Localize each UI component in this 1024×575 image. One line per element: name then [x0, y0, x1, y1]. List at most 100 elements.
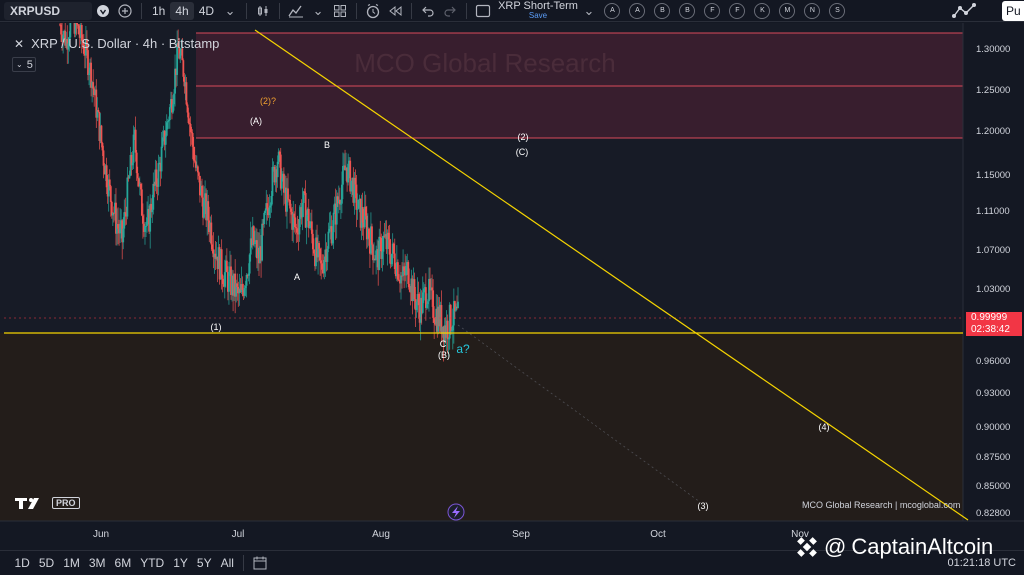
- lightning-icon[interactable]: [447, 503, 465, 521]
- chevron-down-icon[interactable]: ⌄: [219, 2, 241, 20]
- save-link[interactable]: Save: [529, 11, 547, 21]
- toolbar-divider: [141, 2, 142, 19]
- candle-body: [145, 225, 147, 227]
- range-1y[interactable]: 1Y: [169, 556, 193, 570]
- chevron-down-icon[interactable]: ⌄: [307, 2, 329, 20]
- add-symbol-icon[interactable]: [114, 2, 136, 20]
- candle-body: [155, 169, 158, 185]
- toolbar-divider: [356, 2, 358, 19]
- range-5d[interactable]: 5D: [34, 556, 58, 570]
- candle-body: [131, 162, 134, 166]
- candle-body: [433, 317, 436, 323]
- candle-body: [165, 122, 168, 136]
- redo-icon[interactable]: [439, 2, 461, 20]
- toolbar-divider: [411, 2, 413, 19]
- candle-body: [295, 227, 298, 229]
- candle-body: [75, 23, 78, 25]
- candle-body: [132, 134, 135, 163]
- wave-label: (B): [438, 350, 450, 360]
- candle-body: [117, 224, 119, 229]
- shortcut-button[interactable]: M: [779, 2, 796, 19]
- interval-1h[interactable]: 1h: [147, 2, 170, 20]
- heart-icon[interactable]: [92, 2, 114, 20]
- site-tag: MCO Global Research | mcoglobal.com: [802, 500, 961, 510]
- shortcut-button[interactable]: K: [754, 2, 771, 19]
- candle-body: [60, 24, 62, 35]
- candle-body: [196, 166, 199, 173]
- candle-body: [128, 175, 131, 179]
- candle-body: [278, 151, 281, 155]
- shortcut-button[interactable]: A: [629, 2, 646, 19]
- fullscreen-icon[interactable]: [472, 2, 494, 20]
- utc-clock[interactable]: 01:21:18 UTC: [948, 557, 1016, 569]
- range-ytd[interactable]: YTD: [136, 556, 169, 570]
- shortcut-button[interactable]: B: [679, 2, 696, 19]
- candle-body: [405, 265, 408, 276]
- calendar-icon[interactable]: [249, 554, 271, 572]
- candle-body: [201, 185, 203, 198]
- y-tick-label: 0.93000: [976, 388, 1010, 399]
- candle-body: [407, 262, 410, 284]
- candle-body: [193, 160, 196, 162]
- range-6m[interactable]: 6M: [110, 556, 136, 570]
- candle-body: [313, 249, 315, 254]
- interval-4h[interactable]: 4h: [170, 1, 194, 20]
- price-chart[interactable]: MCO Global Research (2)? (A) B (2) (C) A…: [0, 23, 1024, 550]
- publish-button[interactable]: Pu: [1002, 1, 1024, 21]
- candle-body: [371, 226, 373, 245]
- candle-body: [142, 215, 144, 224]
- candle-body: [263, 212, 266, 224]
- shortcut-button[interactable]: S: [829, 2, 846, 19]
- range-5y[interactable]: 5Y: [192, 556, 216, 570]
- candle-body: [426, 304, 428, 308]
- candle-body: [160, 146, 163, 172]
- layout-name[interactable]: XRP Short-Term Save: [498, 0, 578, 21]
- shortcut-button[interactable]: F: [704, 2, 721, 19]
- candle-body: [427, 301, 429, 305]
- undo-icon[interactable]: [417, 2, 439, 20]
- candle-body: [302, 191, 305, 203]
- range-all[interactable]: All: [216, 556, 238, 570]
- candle-body: [323, 259, 326, 274]
- range-1m[interactable]: 1M: [59, 556, 85, 570]
- alert-icon[interactable]: [362, 2, 384, 20]
- shortcut-button[interactable]: N: [804, 2, 821, 19]
- candle-body: [293, 213, 296, 218]
- close-icon[interactable]: ✕: [14, 37, 24, 51]
- candle-body: [341, 184, 343, 204]
- candle-body: [301, 202, 304, 218]
- candle-body: [122, 228, 125, 243]
- shortcut-button[interactable]: A: [604, 2, 621, 19]
- toolbar-divider: [466, 2, 468, 19]
- candle-body: [192, 146, 195, 161]
- tradingview-logo[interactable]: PRO: [14, 496, 80, 510]
- symbol-search[interactable]: XRPUSD: [4, 1, 92, 20]
- candle-body: [326, 248, 329, 262]
- wave-label: (2)?: [260, 96, 276, 106]
- toolbar-divider: [279, 2, 281, 19]
- replay-icon[interactable]: [384, 2, 406, 20]
- range-1d[interactable]: 1D: [10, 556, 34, 570]
- interval-4d[interactable]: 4D: [194, 2, 219, 20]
- candle-body: [375, 250, 378, 261]
- candle-body: [310, 221, 313, 234]
- candle-body: [168, 107, 171, 121]
- candle-body: [378, 236, 381, 270]
- y-tick-label: 1.07000: [976, 245, 1010, 256]
- indicators-icon[interactable]: [285, 2, 307, 20]
- candle-body: [191, 133, 194, 147]
- shortcut-button[interactable]: B: [654, 2, 671, 19]
- candle-body: [102, 150, 105, 166]
- candle-body: [396, 262, 399, 280]
- candle-body: [136, 173, 139, 179]
- candle-body: [290, 208, 293, 212]
- shortcut-button[interactable]: F: [729, 2, 746, 19]
- candle-body: [74, 23, 77, 34]
- range-3m[interactable]: 3M: [84, 556, 110, 570]
- chevron-down-icon[interactable]: ⌄: [578, 2, 600, 20]
- indicator-toggle[interactable]: ⌄ 5: [12, 57, 36, 72]
- candle-body: [173, 93, 175, 105]
- candles-icon[interactable]: [252, 2, 274, 20]
- candle-body: [296, 228, 299, 233]
- templates-icon[interactable]: [329, 2, 351, 20]
